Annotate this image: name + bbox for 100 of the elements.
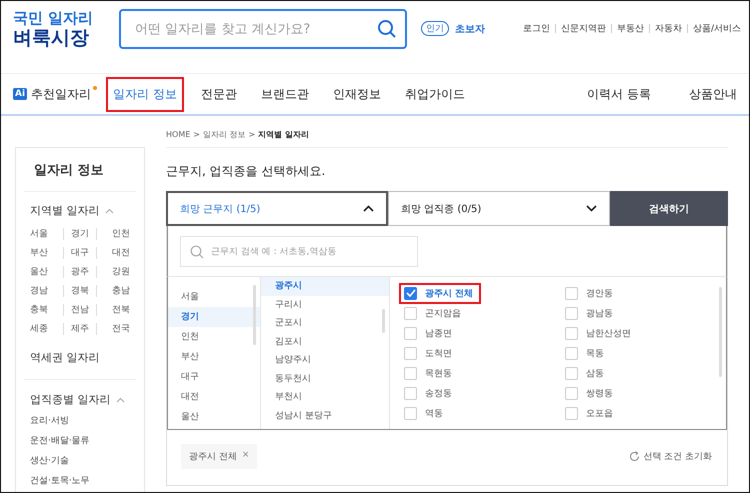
top-link[interactable]: 부동산 [616, 22, 644, 35]
city-item[interactable]: 남양주시 [261, 351, 389, 370]
section-heading[interactable]: 역세권 일자리 [24, 350, 136, 380]
region-link[interactable]: 인천 [96, 225, 130, 243]
nav-tab[interactable]: 일자리 정보 [113, 86, 177, 102]
filter-tab[interactable]: 희망 근무지 (1/5) [166, 191, 388, 226]
region-link[interactable]: 전국 [96, 320, 130, 338]
top-link[interactable]: 신문지역판 [560, 22, 606, 35]
reset-link[interactable]: 선택 조건 초기화 [629, 450, 712, 463]
top-link[interactable]: 자동차 [654, 22, 682, 35]
checkbox[interactable] [565, 326, 578, 340]
site-logo[interactable]: 국민 일자리 벼룩시장 [13, 9, 113, 49]
province-item[interactable]: 울산 [168, 407, 260, 427]
region-link[interactable]: 대구 [63, 247, 97, 259]
district-checkbox[interactable]: 목동 [565, 346, 604, 360]
nav-tab[interactable]: 브랜드관 [260, 86, 309, 102]
selected-chip[interactable]: 광주시 전체 × [181, 444, 258, 469]
location-search-field[interactable]: 근무지 검색 예 : 서초동,역삼동 [180, 236, 418, 267]
region-link[interactable]: 대전 [96, 244, 130, 262]
province-item[interactable]: 부산 [168, 347, 260, 367]
breadcrumb-link[interactable]: 일자리 정보 [202, 128, 246, 140]
checkbox[interactable] [404, 306, 417, 320]
district-checkbox[interactable]: 송정동 [404, 386, 452, 400]
filter-tab[interactable]: 희망 업직종 (0/5) [388, 191, 610, 226]
province-item[interactable]: 대전 [168, 387, 260, 407]
search-button[interactable]: 검색하기 [610, 191, 728, 226]
region-link[interactable]: 강원 [96, 263, 130, 281]
job-category-link[interactable]: 운전·배달·물류 [30, 434, 136, 447]
province-item[interactable]: 서울 [168, 287, 260, 307]
province-item[interactable]: 인천 [168, 327, 260, 347]
region-link[interactable]: 경기 [63, 228, 97, 240]
region-link[interactable]: 울산 [30, 263, 64, 281]
scrollbar[interactable] [253, 285, 256, 345]
checkbox[interactable] [404, 326, 417, 340]
popular-keyword[interactable]: 초보자 [455, 22, 485, 36]
nav-link[interactable]: 상품안내 [689, 86, 737, 102]
city-item[interactable]: 군포시 [261, 314, 389, 332]
province-item[interactable]: 대구 [168, 367, 260, 387]
checkbox[interactable] [404, 286, 417, 300]
checkbox[interactable] [565, 366, 578, 380]
nav-tab[interactable]: 취업가이드 [404, 86, 465, 102]
district-checkbox[interactable]: 광남동 [565, 306, 613, 320]
nav-tab[interactable]: 전문관 [200, 86, 237, 102]
checkbox[interactable] [565, 286, 578, 300]
region-link[interactable]: 경북 [63, 285, 97, 297]
nav-tab[interactable]: 인재정보 [332, 86, 381, 102]
city-item[interactable]: 구리시 [261, 296, 389, 314]
region-link[interactable]: 전남 [63, 304, 97, 316]
checkbox[interactable] [404, 386, 417, 400]
district-checkbox[interactable]: 남한산성면 [565, 326, 631, 340]
section-title: 근무지, 업직종을 선택하세요. [166, 163, 326, 180]
job-category-link[interactable]: 건설·토목·노무 [30, 474, 136, 487]
nav-link[interactable]: 이력서 등록 [587, 86, 651, 102]
section-heading[interactable]: 업직종별 일자리 [30, 392, 110, 407]
checkbox[interactable] [404, 366, 417, 380]
district-checkbox[interactable]: 오포읍 [565, 406, 613, 420]
breadcrumb-link[interactable]: 지역별 일자리 [258, 128, 310, 140]
checkbox[interactable] [565, 346, 578, 360]
search-field[interactable]: 어떤 일자리를 찾고 계신가요? [119, 9, 407, 49]
caret-up-icon[interactable] [116, 396, 124, 402]
scrollbar[interactable] [382, 309, 385, 333]
region-link[interactable]: 부산 [30, 244, 64, 262]
district-checkbox[interactable]: 역동 [404, 406, 443, 420]
scrollbar[interactable] [719, 287, 722, 377]
district-checkbox[interactable]: 남종면 [404, 326, 452, 340]
city-item[interactable]: 성남시 분당구 [261, 406, 389, 425]
district-checkbox[interactable]: 광주시 전체 [404, 286, 474, 300]
district-checkbox[interactable]: 곤지암읍 [404, 306, 461, 320]
top-link[interactable]: 상품/서비스 [692, 22, 741, 35]
checkbox[interactable] [565, 306, 578, 320]
checkbox[interactable] [404, 346, 417, 360]
breadcrumb-link[interactable]: HOME [166, 130, 190, 138]
region-link[interactable]: 충북 [30, 301, 64, 319]
job-category-link[interactable]: 요리·서빙 [30, 414, 136, 427]
region-link[interactable]: 제주 [63, 323, 97, 335]
region-link[interactable]: 충남 [96, 282, 130, 300]
region-link[interactable]: 광주 [63, 266, 97, 278]
top-link[interactable]: 로그인 [522, 22, 550, 35]
province-item[interactable]: 경기 [168, 307, 260, 327]
region-link[interactable]: 서울 [30, 225, 64, 243]
district-checkbox[interactable]: 도척면 [404, 346, 452, 360]
city-item[interactable]: 김포시 [261, 332, 389, 351]
city-item[interactable]: 광주시 [261, 277, 389, 296]
district-checkbox[interactable]: 쌍령동 [565, 386, 613, 400]
search-icon[interactable] [377, 19, 397, 39]
region-link[interactable]: 경남 [30, 282, 64, 300]
checkbox[interactable] [404, 406, 417, 420]
region-link[interactable]: 전북 [96, 301, 130, 319]
region-link[interactable]: 세종 [30, 320, 64, 338]
caret-up-icon[interactable] [104, 208, 114, 214]
job-category-link[interactable]: 생산·기술 [30, 454, 136, 467]
section-heading[interactable]: 지역별 일자리 [30, 203, 100, 218]
nav-link[interactable]: 추천일자리 [31, 86, 92, 102]
checkbox[interactable] [565, 406, 578, 420]
district-checkbox[interactable]: 삼동 [565, 366, 604, 380]
city-item[interactable]: 동두천시 [261, 370, 389, 388]
city-item[interactable]: 부천시 [261, 388, 389, 406]
district-checkbox[interactable]: 경안동 [565, 286, 613, 300]
checkbox[interactable] [565, 386, 578, 400]
district-checkbox[interactable]: 목현동 [404, 366, 452, 380]
